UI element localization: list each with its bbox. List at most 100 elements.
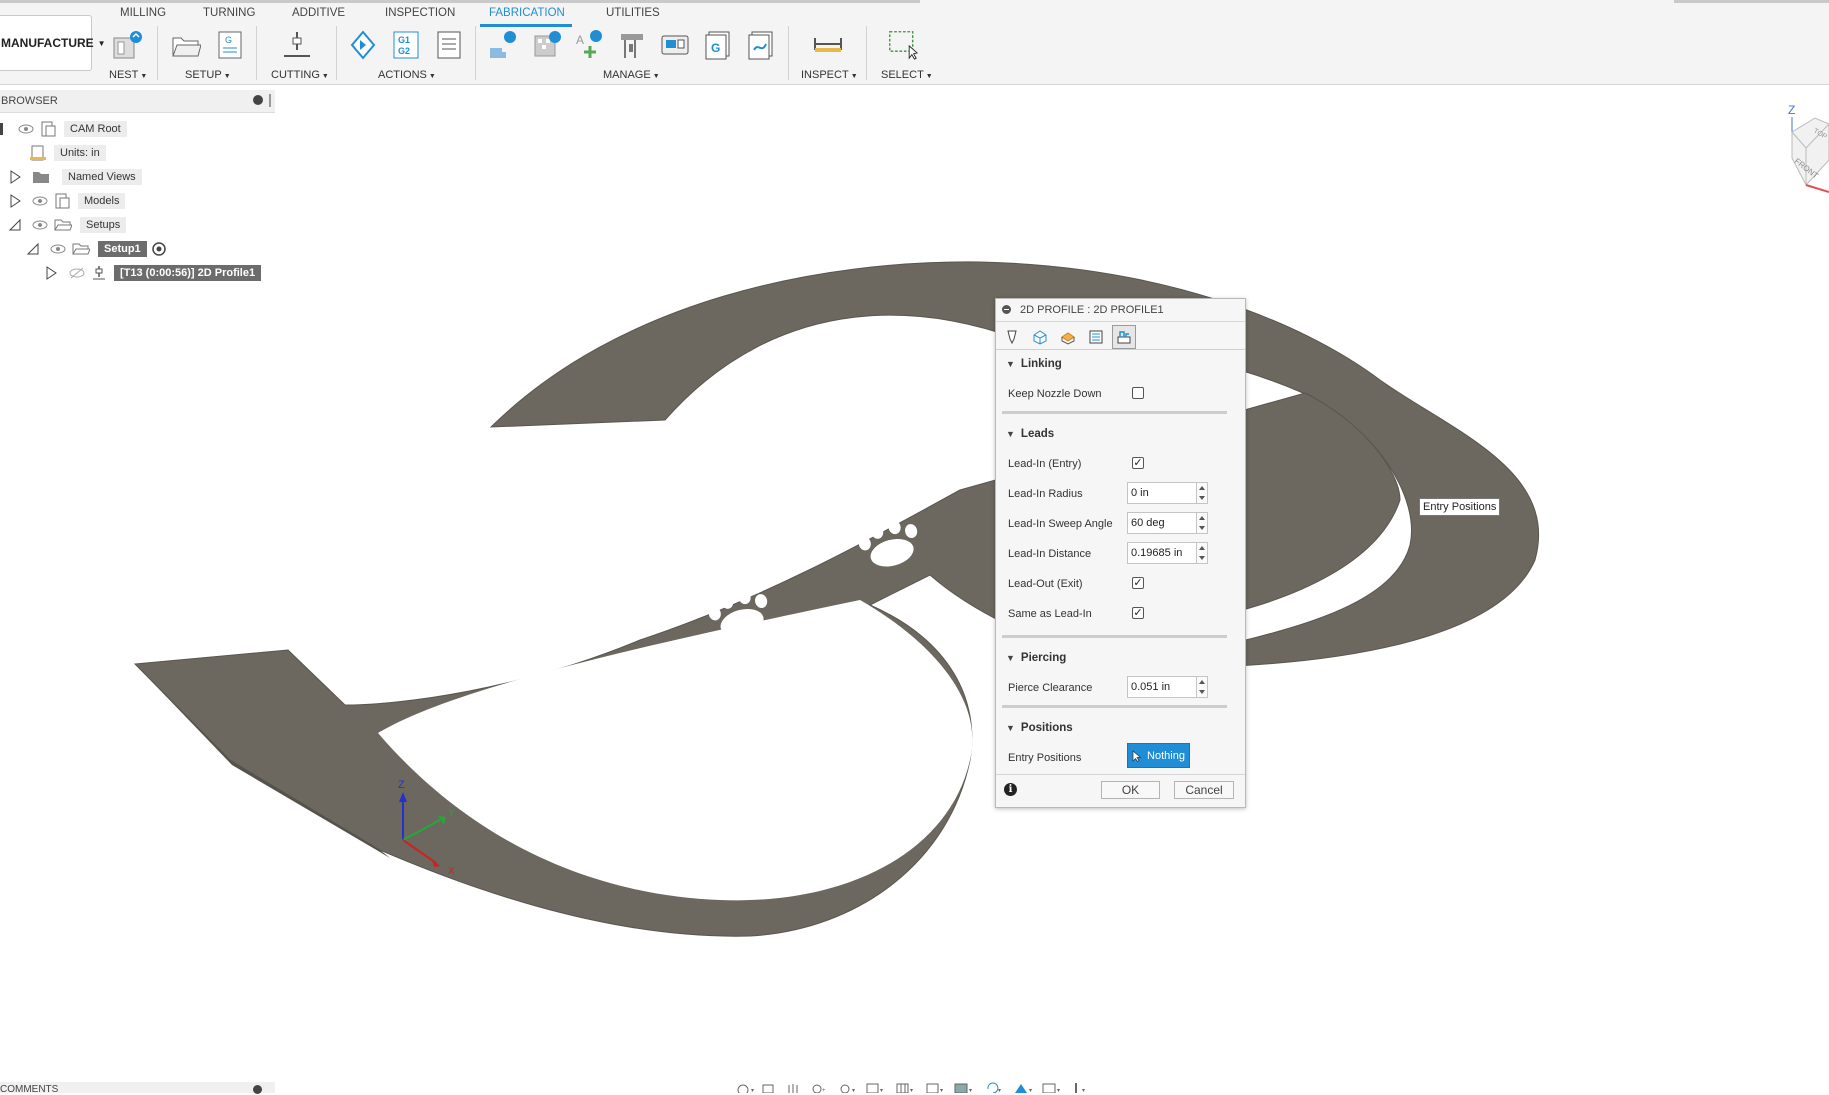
expand-arrow-icon[interactable] — [8, 170, 22, 184]
orbit-icon[interactable]: ▾ — [737, 1084, 754, 1093]
pierce-clearance-spinner[interactable] — [1197, 676, 1208, 698]
tab-linking[interactable] — [1112, 325, 1136, 349]
grid-icon[interactable]: ▾ — [896, 1083, 913, 1093]
separator — [866, 26, 867, 80]
same-as-lead-in-checkbox[interactable]: ✓ — [1132, 607, 1144, 619]
lead-in-radius-spinner[interactable] — [1197, 482, 1208, 504]
toolpath-display-icon[interactable]: ▾ — [1015, 1084, 1032, 1093]
panel-resize-handle[interactable] — [269, 94, 271, 107]
keep-nozzle-down-checkbox[interactable] — [1132, 387, 1144, 399]
section-icon[interactable]: ▾ — [1042, 1083, 1060, 1093]
collapse-panel-icon[interactable] — [253, 95, 263, 105]
section-leads[interactable]: ▼ Leads — [1006, 428, 1054, 440]
pan-icon[interactable] — [788, 1084, 798, 1093]
collapse-triangle-icon: ▼ — [1006, 359, 1015, 369]
tree-item-setups[interactable]: Setups — [8, 215, 127, 235]
pierce-clearance-input[interactable]: 0.051 in — [1127, 676, 1197, 698]
section-positions[interactable]: ▼ Positions — [1006, 722, 1073, 734]
eye-icon[interactable] — [32, 194, 48, 208]
collapse-arrow-icon[interactable] — [26, 242, 40, 256]
actions-group-label[interactable]: ACTIONS ▼ — [378, 69, 436, 81]
tree-item-setup1[interactable]: Setup1 — [26, 239, 167, 259]
entry-positions-tooltip: Entry Positions — [1419, 498, 1501, 516]
measure-icon[interactable] — [813, 30, 843, 60]
section-linking[interactable]: ▼ Linking — [1006, 358, 1062, 370]
nest-icon[interactable] — [112, 30, 142, 60]
tab-passes[interactable] — [1084, 325, 1108, 349]
3d-viewport[interactable]: Z Y X — [0, 84, 1829, 1084]
tab-utilities[interactable]: UTILITIES — [606, 7, 660, 19]
machine-icon[interactable] — [660, 30, 690, 60]
refresh-icon[interactable]: ▾ — [987, 1082, 1001, 1093]
stock-icon[interactable]: ▾ — [954, 1083, 972, 1093]
dialog-header[interactable]: 2D PROFILE : 2D PROFILE1 — [996, 299, 1245, 322]
task-manager-icon[interactable] — [746, 30, 776, 60]
setup-sheet-icon[interactable]: G — [215, 30, 245, 60]
select-group-label[interactable]: SELECT ▼ — [881, 69, 933, 81]
post-process-icon[interactable]: G1 G2 — [391, 30, 421, 60]
activate-setup-icon[interactable] — [151, 241, 167, 257]
tab-turning[interactable]: TURNING — [203, 7, 255, 19]
setup-sheet-list-icon[interactable] — [434, 30, 464, 60]
cancel-button[interactable]: Cancel — [1174, 781, 1234, 799]
lead-in-radius-label: Lead-In Radius — [1008, 488, 1083, 500]
view-cube[interactable]: Z FRONT TOP — [1780, 100, 1829, 200]
cutting-group-label[interactable]: CUTTING ▼ — [271, 69, 329, 81]
tab-tool[interactable] — [1000, 325, 1024, 349]
tree-item-units[interactable]: Units: in — [30, 143, 106, 163]
look-at-icon[interactable] — [762, 1084, 774, 1093]
viewports-icon[interactable]: ▾ — [926, 1083, 943, 1093]
lead-in-checkbox[interactable]: ✓ — [1132, 457, 1144, 469]
info-icon[interactable]: i — [1004, 783, 1017, 796]
eye-hidden-icon[interactable] — [68, 266, 86, 280]
tree-item-2d-profile1[interactable]: [T13 (0:00:56)] 2D Profile1 — [44, 263, 262, 283]
tool-display-icon[interactable]: ▾ — [1075, 1083, 1085, 1093]
tab-geometry[interactable] — [1028, 325, 1052, 349]
tree-item-named-views[interactable]: Named Views — [8, 167, 142, 187]
navigation-bar: ▾ + ▾ ▾ ▾ ▾ ▾ ▾ ▾ ▾ ▾ — [737, 1082, 1085, 1093]
section-piercing[interactable]: ▼ Piercing — [1006, 652, 1066, 664]
lead-in-sweep-angle-spinner[interactable] — [1197, 512, 1208, 534]
entry-positions-value: Nothing — [1147, 749, 1185, 762]
inspect-group-label[interactable]: INSPECT ▼ — [801, 69, 858, 81]
template-library-icon[interactable] — [532, 30, 562, 60]
post-library-icon[interactable]: G — [703, 30, 733, 60]
nest-label: NEST — [109, 69, 139, 81]
tab-milling[interactable]: MILLING — [120, 7, 166, 19]
nest-group-label[interactable]: NEST ▼ — [109, 69, 147, 81]
tab-heights[interactable] — [1056, 325, 1080, 349]
zoom-icon[interactable]: + — [812, 1084, 826, 1093]
collapse-arrow-icon[interactable] — [0, 123, 3, 135]
display-settings-icon[interactable]: ▾ — [866, 1083, 883, 1093]
lead-in-radius-input[interactable]: 0 in — [1127, 482, 1197, 504]
machine-library-icon[interactable] — [617, 30, 647, 60]
tool-library-icon[interactable] — [488, 30, 518, 60]
lead-in-distance-input[interactable]: 0.19685 in — [1127, 542, 1197, 564]
new-template-icon[interactable]: A — [574, 30, 604, 60]
lead-out-checkbox[interactable]: ✓ — [1132, 577, 1144, 589]
fit-icon[interactable]: ▾ — [840, 1084, 855, 1093]
workspace-switcher[interactable]: MANUFACTURE ▼ — [0, 15, 106, 71]
expand-arrow-icon[interactable] — [44, 266, 58, 280]
simulate-icon[interactable] — [348, 30, 378, 60]
lead-in-distance-spinner[interactable] — [1197, 542, 1208, 564]
eye-icon[interactable] — [32, 218, 48, 232]
window-select-icon[interactable] — [888, 30, 918, 60]
collapse-dialog-icon[interactable] — [1002, 305, 1011, 314]
lead-in-sweep-angle-input[interactable]: 60 deg — [1127, 512, 1197, 534]
folder-setup-icon[interactable] — [171, 30, 201, 60]
tab-inspection[interactable]: INSPECTION — [385, 7, 455, 19]
eye-icon[interactable] — [50, 242, 66, 256]
manage-group-label[interactable]: MANAGE ▼ — [603, 69, 660, 81]
entry-positions-select-button[interactable]: Nothing — [1127, 743, 1190, 768]
tab-fabrication[interactable]: FABRICATION — [489, 7, 565, 19]
cutting-2d-profile-icon[interactable] — [282, 30, 312, 60]
tree-item-models[interactable]: Models — [8, 191, 126, 211]
ok-button[interactable]: OK — [1101, 781, 1160, 799]
tree-item-cam-root[interactable]: CAM Root — [0, 119, 127, 139]
collapse-arrow-icon[interactable] — [8, 218, 22, 232]
expand-arrow-icon[interactable] — [8, 194, 22, 208]
setup-group-label[interactable]: SETUP ▼ — [185, 69, 231, 81]
eye-icon[interactable] — [18, 122, 34, 136]
tab-additive[interactable]: ADDITIVE — [292, 7, 345, 19]
